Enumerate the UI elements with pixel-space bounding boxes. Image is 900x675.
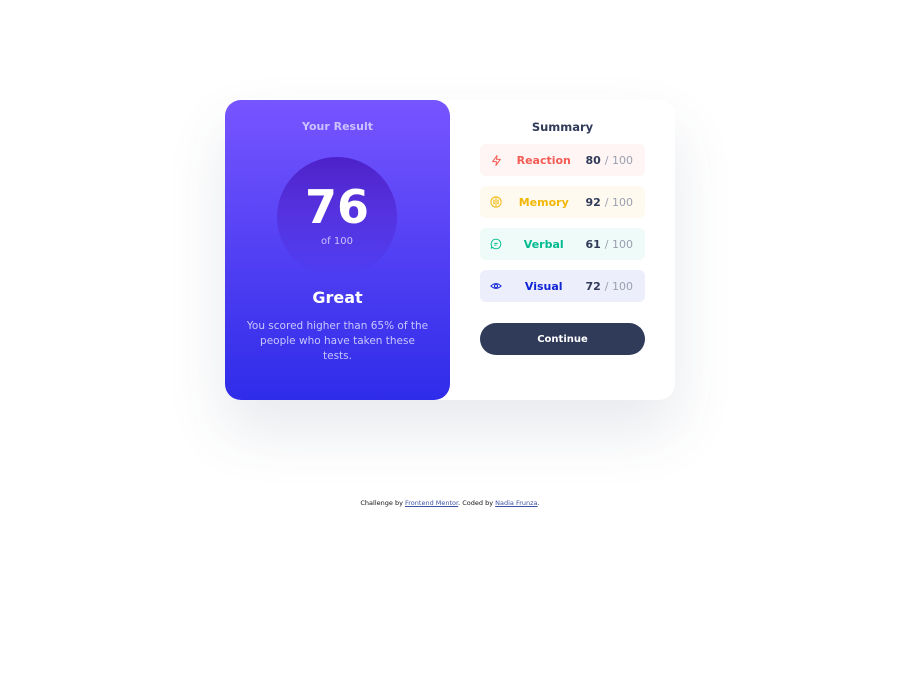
- results-card: Your Result 76 of 100 Great You scored h…: [225, 100, 675, 400]
- summary-item-max: / 100: [604, 153, 633, 167]
- eye-icon: [490, 280, 502, 292]
- summary-panel: Summary Reaction 80 / 100 Memory 92 / 10…: [450, 100, 675, 400]
- attribution: Challenge by Frontend Mentor. Coded by N…: [0, 499, 900, 507]
- attribution-prefix: Challenge by: [360, 499, 403, 507]
- summary-item-value: 72: [585, 279, 601, 293]
- summary-item-verbal: Verbal 61 / 100: [480, 228, 645, 260]
- frontend-mentor-link[interactable]: Frontend Mentor: [405, 499, 458, 507]
- summary-item-label: Memory: [518, 195, 569, 209]
- summary-item-max: / 100: [604, 279, 633, 293]
- summary-item-label: Verbal: [523, 237, 564, 251]
- lightning-icon: [490, 154, 502, 166]
- score-value: 76: [304, 180, 369, 234]
- summary-item-value: 92: [585, 195, 601, 209]
- summary-item-value: 61: [585, 237, 601, 251]
- continue-button[interactable]: Continue: [480, 323, 645, 355]
- attribution-middle: . Coded by: [458, 499, 494, 507]
- brain-icon: [490, 196, 502, 208]
- score-of: of 100: [321, 236, 353, 247]
- summary-item-label: Reaction: [516, 153, 571, 167]
- result-title: Your Result: [302, 120, 373, 133]
- summary-item-max: / 100: [604, 237, 633, 251]
- summary-item-max: / 100: [604, 195, 633, 209]
- attribution-suffix: .: [537, 499, 540, 507]
- score-circle: 76 of 100: [277, 157, 397, 277]
- speech-bubble-icon: [490, 238, 502, 250]
- result-panel: Your Result 76 of 100 Great You scored h…: [225, 100, 450, 400]
- page: Your Result 76 of 100 Great You scored h…: [0, 0, 900, 675]
- summary-item-visual: Visual 72 / 100: [480, 270, 645, 302]
- result-heading: Great: [312, 288, 363, 307]
- result-description: You scored higher than 65% of the people…: [246, 320, 429, 362]
- summary-title: Summary: [531, 120, 594, 134]
- summary-item-label: Visual: [524, 279, 563, 293]
- summary-item-memory: Memory 92 / 100: [480, 186, 645, 218]
- summary-item-reaction: Reaction 80 / 100: [480, 144, 645, 176]
- author-link[interactable]: Nadia Frunza: [495, 499, 537, 507]
- summary-item-value: 80: [585, 153, 601, 167]
